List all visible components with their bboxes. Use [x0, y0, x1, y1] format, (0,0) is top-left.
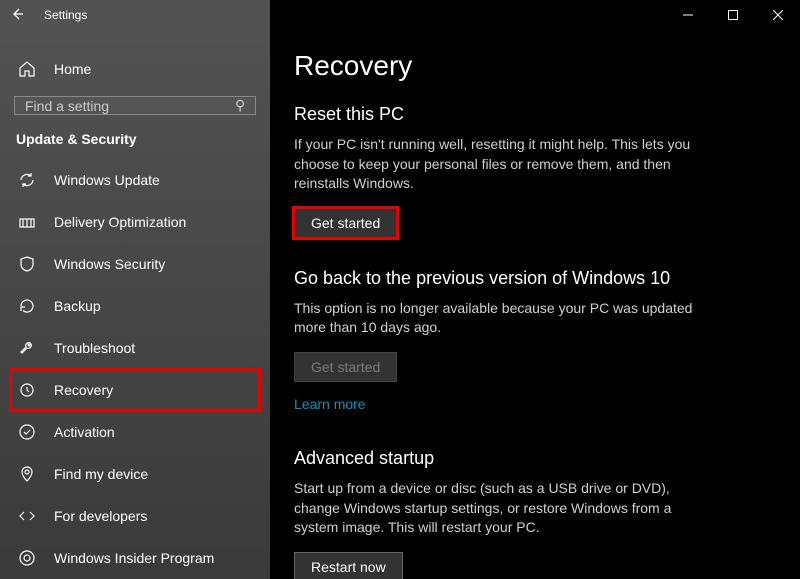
advanced-title: Advanced startup [294, 448, 776, 469]
sidebar-item-label: Find my device [54, 466, 148, 482]
code-icon [18, 507, 36, 525]
maximize-button[interactable] [710, 0, 755, 30]
home-label: Home [54, 61, 91, 77]
reset-title: Reset this PC [294, 104, 776, 125]
location-icon [18, 465, 36, 483]
sidebar-item-troubleshoot[interactable]: Troubleshoot [0, 327, 270, 369]
check-circle-icon [18, 423, 36, 441]
sidebar-item-label: Windows Insider Program [54, 550, 214, 566]
sidebar-item-label: For developers [54, 508, 147, 524]
goback-desc: This option is no longer available becau… [294, 299, 714, 338]
sidebar-item-label: Backup [54, 298, 101, 314]
sidebar-item-backup[interactable]: Backup [0, 285, 270, 327]
sidebar-item-windows-update[interactable]: Windows Update [0, 159, 270, 201]
sync-icon [18, 171, 36, 189]
sidebar-item-label: Delivery Optimization [54, 214, 186, 230]
delivery-icon [18, 213, 36, 231]
section-reset-pc: Reset this PC If your PC isn't running w… [294, 104, 776, 238]
home-icon [18, 60, 36, 78]
section-header: Update & Security [0, 131, 270, 159]
sidebar-item-label: Activation [54, 424, 115, 440]
backup-icon [18, 297, 36, 315]
sidebar: Home ⚲ Update & Security Windows Update [0, 30, 270, 579]
close-button[interactable] [755, 0, 800, 30]
sidebar-item-label: Windows Security [54, 256, 165, 272]
wrench-icon [18, 339, 36, 357]
search-input-wrap[interactable]: ⚲ [14, 96, 256, 115]
sidebar-item-for-developers[interactable]: For developers [0, 495, 270, 537]
restart-now-button[interactable]: Restart now [294, 552, 403, 579]
goback-title: Go back to the previous version of Windo… [294, 268, 776, 289]
goback-get-started-button: Get started [294, 352, 397, 382]
content-pane: Recovery Reset this PC If your PC isn't … [270, 30, 800, 579]
learn-more-link[interactable]: Learn more [294, 396, 366, 412]
home-nav[interactable]: Home [0, 50, 270, 88]
minimize-button[interactable] [665, 0, 710, 30]
sidebar-item-label: Windows Update [54, 172, 160, 188]
insider-icon [18, 549, 36, 567]
page-title: Recovery [294, 50, 776, 82]
sidebar-item-find-my-device[interactable]: Find my device [0, 453, 270, 495]
reset-desc: If your PC isn't running well, resetting… [294, 135, 714, 194]
section-advanced-startup: Advanced startup Start up from a device … [294, 448, 776, 579]
sidebar-item-label: Troubleshoot [54, 340, 135, 356]
reset-get-started-button[interactable]: Get started [294, 208, 397, 238]
back-button[interactable] [10, 7, 24, 24]
section-go-back: Go back to the previous version of Windo… [294, 268, 776, 412]
advanced-desc: Start up from a device or disc (such as … [294, 479, 714, 538]
search-input[interactable] [25, 98, 235, 114]
app-title: Settings [44, 8, 87, 22]
search-icon: ⚲ [235, 97, 245, 114]
shield-icon [18, 255, 36, 273]
recovery-icon [18, 381, 36, 399]
sidebar-item-activation[interactable]: Activation [0, 411, 270, 453]
sidebar-item-recovery[interactable]: Recovery [10, 369, 260, 411]
sidebar-item-windows-insider[interactable]: Windows Insider Program [0, 537, 270, 579]
sidebar-item-label: Recovery [54, 382, 113, 398]
sidebar-item-windows-security[interactable]: Windows Security [0, 243, 270, 285]
sidebar-item-delivery-optimization[interactable]: Delivery Optimization [0, 201, 270, 243]
